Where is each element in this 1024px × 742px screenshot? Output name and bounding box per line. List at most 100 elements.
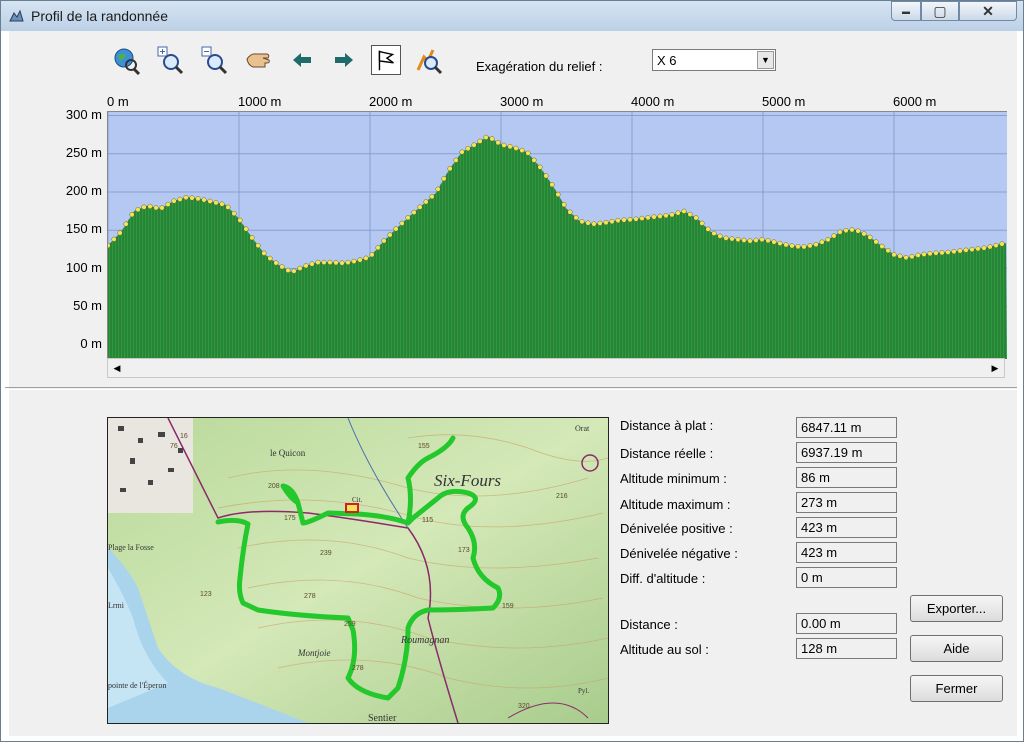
profile-point: [765, 238, 771, 244]
route-map[interactable]: le Quicon Six-Fours Plage la Fosse Montj…: [107, 417, 609, 724]
profile-point: [321, 259, 327, 265]
aide-button[interactable]: Aide: [910, 635, 1003, 662]
scroll-left-icon[interactable]: ◀: [109, 360, 125, 376]
profile-point: [387, 232, 393, 238]
svg-text:259: 259: [344, 621, 356, 628]
maximize-button[interactable]: ▢: [921, 1, 959, 21]
distance-label: Distance :: [620, 617, 678, 632]
forward-arrow-icon[interactable]: [329, 45, 359, 75]
profile-point: [315, 259, 321, 265]
profile-point: [489, 136, 495, 142]
exaggeration-select[interactable]: X 6 ▼: [652, 49, 776, 71]
svg-text:Roumagnan: Roumagnan: [400, 635, 449, 646]
profile-point: [999, 241, 1005, 247]
profile-point: [867, 234, 873, 240]
profile-point: [741, 237, 747, 243]
separator-highlight: [5, 389, 1017, 390]
svg-text:le Quicon: le Quicon: [270, 448, 306, 458]
altitude-max-value: 273 m: [796, 492, 897, 513]
profile-point: [153, 205, 159, 211]
profile-point: [939, 250, 945, 256]
profile-point: [441, 176, 447, 182]
back-arrow-icon[interactable]: [287, 45, 317, 75]
profile-point: [705, 226, 711, 232]
profile-point: [759, 236, 765, 243]
profile-point: [501, 142, 507, 148]
svg-text:115: 115: [422, 517, 433, 524]
svg-text:Montjoie: Montjoie: [297, 648, 331, 658]
profile-point: [927, 251, 933, 257]
profile-point: [579, 219, 585, 225]
flag-icon[interactable]: [371, 45, 401, 75]
profile-point: [165, 201, 171, 207]
profile-point: [849, 227, 855, 233]
elevation-profile-chart[interactable]: [105, 111, 1007, 359]
profile-point: [633, 216, 639, 222]
y-tick-label: 50 m: [73, 297, 102, 313]
dropdown-arrow-icon[interactable]: ▼: [757, 51, 774, 69]
svg-text:123: 123: [200, 591, 212, 598]
profile-point: [945, 249, 951, 255]
profile-point: [795, 244, 801, 250]
svg-text:239: 239: [320, 550, 332, 557]
profile-point: [465, 145, 471, 152]
profile-point: [189, 195, 195, 201]
profile-point: [993, 242, 999, 248]
distance-plat-value: 6847.11 m: [796, 417, 897, 438]
zoom-in-icon[interactable]: [155, 45, 185, 75]
denivelee-negative-label: Dénivelée négative :: [620, 546, 738, 561]
scroll-right-icon[interactable]: ▶: [987, 360, 1003, 376]
profile-point: [879, 243, 885, 249]
profile-point: [777, 240, 783, 246]
distance-value: 0.00 m: [796, 613, 897, 634]
title-bar[interactable]: Profil de la randonnée ▬ ▢ ✕: [1, 1, 1023, 31]
svg-text:Lrmi: Lrmi: [108, 601, 125, 610]
svg-text:Cit.: Cit.: [352, 496, 363, 504]
profile-point: [273, 260, 279, 266]
client-area: Exagération du relief : X 6 ▼ 0 m 1000 m 2…: [5, 31, 1017, 736]
svg-text:Six-Fours: Six-Fours: [434, 471, 501, 490]
profile-point: [213, 200, 219, 206]
chart-horizontal-scrollbar[interactable]: ◀ ▶: [107, 358, 1005, 378]
profile-zoom-icon[interactable]: [415, 45, 445, 75]
profile-point: [141, 204, 147, 210]
profile-point: [951, 248, 957, 255]
close-button[interactable]: ✕: [959, 1, 1017, 21]
profile-point: [693, 215, 699, 221]
minimize-button[interactable]: ▬: [891, 1, 921, 21]
profile-point: [711, 230, 717, 236]
profile-point: [459, 149, 465, 155]
fermer-button[interactable]: Fermer: [910, 675, 1003, 702]
profile-point: [447, 166, 453, 172]
x-tick-label: 1000 m: [238, 94, 282, 109]
profile-point: [627, 217, 633, 223]
globe-zoom-icon[interactable]: [111, 45, 141, 75]
profile-point: [663, 213, 669, 219]
profile-point: [735, 237, 741, 243]
window-title: Profil de la randonnée: [31, 8, 168, 24]
exporter-button[interactable]: Exporter...: [910, 595, 1003, 622]
profile-point: [477, 138, 483, 144]
profile-point: [519, 147, 525, 153]
profile-point: [897, 253, 903, 259]
profile-point: [855, 228, 861, 234]
x-tick-label: 0 m: [107, 94, 129, 109]
profile-point: [231, 210, 237, 217]
exaggeration-label: Exagération du relief :: [476, 59, 603, 74]
profile-point: [591, 221, 597, 227]
profile-point: [249, 235, 255, 241]
pan-hand-icon[interactable]: [243, 45, 273, 75]
svg-text:208: 208: [268, 483, 280, 490]
profile-point: [621, 217, 627, 223]
profile-point: [297, 265, 303, 271]
svg-text:278: 278: [304, 593, 316, 600]
profile-point: [183, 194, 189, 201]
profile-point: [159, 205, 165, 211]
profile-point: [609, 218, 615, 225]
zoom-out-icon[interactable]: [199, 45, 229, 75]
profile-point: [717, 233, 723, 239]
x-tick-label: 2000 m: [369, 94, 413, 109]
profile-point: [885, 247, 891, 254]
profile-point: [909, 254, 915, 260]
svg-text:155: 155: [418, 443, 430, 450]
